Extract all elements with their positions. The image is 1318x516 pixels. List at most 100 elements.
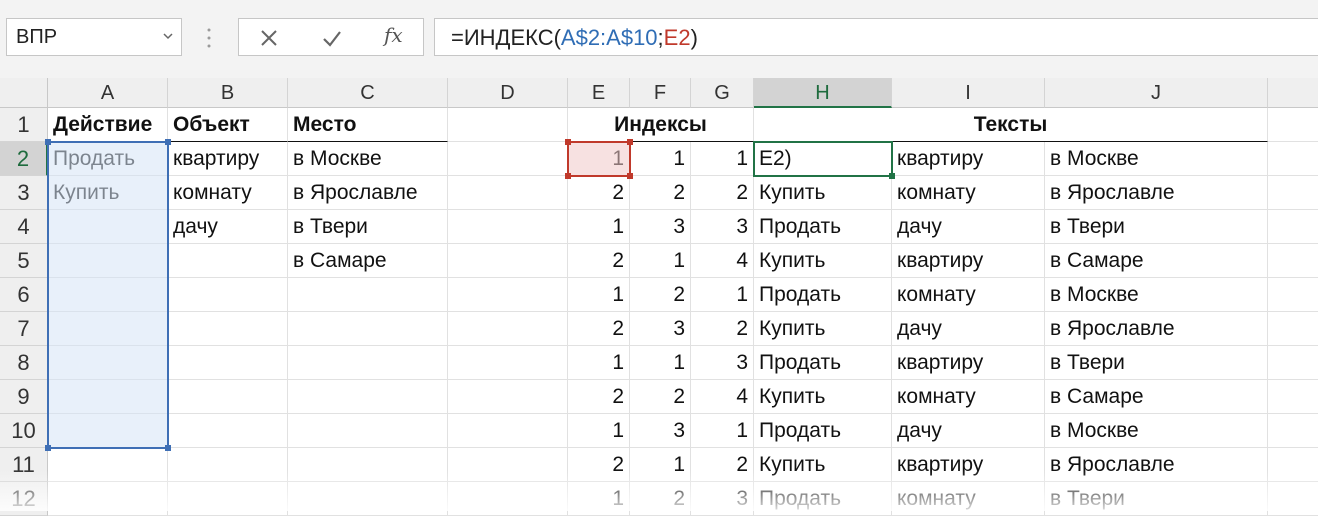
fx-icon[interactable]: fx	[384, 23, 406, 47]
column-header-a[interactable]: A	[48, 78, 168, 108]
index-e-cell[interactable]: 2	[568, 380, 630, 414]
place-cell[interactable]: в Ярославле	[288, 176, 448, 210]
text-h-cell[interactable]: Продать	[754, 346, 892, 380]
check-icon[interactable]	[321, 27, 343, 49]
index-e-cell[interactable]: 1	[568, 278, 630, 312]
column-header-e[interactable]: E	[568, 78, 630, 108]
text-i-cell[interactable]: дачу	[892, 312, 1045, 346]
index-e-cell[interactable]: 1	[568, 346, 630, 380]
cell-a10[interactable]	[48, 414, 168, 448]
text-j-cell[interactable]: в Твери	[1045, 210, 1268, 244]
index-g-cell[interactable]: 4	[691, 244, 754, 278]
row-header-3[interactable]: 3	[0, 176, 48, 210]
index-g-cell[interactable]: 2	[691, 448, 754, 482]
index-e-cell[interactable]: 2	[568, 312, 630, 346]
row-header-5[interactable]: 5	[0, 244, 48, 278]
range-a-handle-bl[interactable]	[45, 445, 51, 451]
cell-tail-1[interactable]	[1268, 108, 1318, 142]
text-i-cell[interactable]: квартиру	[892, 244, 1045, 278]
text-i-cell[interactable]: квартиру	[892, 142, 1045, 176]
index-f-cell[interactable]: 1	[630, 448, 691, 482]
row-header-7[interactable]: 7	[0, 312, 48, 346]
row-header-6[interactable]: 6	[0, 278, 48, 312]
cell-b7[interactable]	[168, 312, 288, 346]
text-h-cell[interactable]: Купить	[754, 244, 892, 278]
cell-b9[interactable]	[168, 380, 288, 414]
index-g-cell[interactable]: 1	[691, 278, 754, 312]
cell-tail-2[interactable]	[1268, 142, 1318, 176]
range-a-handle-tr[interactable]	[165, 139, 171, 145]
close-icon[interactable]	[258, 27, 280, 49]
cell-b10[interactable]	[168, 414, 288, 448]
text-j-cell[interactable]: в Москве	[1045, 142, 1268, 176]
index-g-cell[interactable]: 1	[691, 142, 754, 176]
cell-d1[interactable]	[448, 108, 568, 142]
cell-c8[interactable]	[288, 346, 448, 380]
index-f-cell[interactable]: 2	[630, 380, 691, 414]
action-cell[interactable]: Купить	[48, 176, 168, 210]
name-box[interactable]: ВПР	[6, 18, 182, 56]
index-e-cell[interactable]: 1	[568, 414, 630, 448]
text-h-cell[interactable]: Продать	[754, 210, 892, 244]
formula-input[interactable]: =ИНДЕКС(A$2:A$10;E2)	[434, 18, 1318, 56]
cell-a9[interactable]	[48, 380, 168, 414]
range-a-handle-br[interactable]	[165, 445, 171, 451]
row-header-8[interactable]: 8	[0, 346, 48, 380]
index-f-cell[interactable]: 1	[630, 142, 691, 176]
text-i-cell[interactable]: дачу	[892, 210, 1045, 244]
cell-a6[interactable]	[48, 278, 168, 312]
cell-c10[interactable]	[288, 414, 448, 448]
range-a-handle-tl[interactable]	[45, 139, 51, 145]
cell-d6[interactable]	[448, 278, 568, 312]
cell-tail-5[interactable]	[1268, 244, 1318, 278]
index-e-cell[interactable]: 2	[568, 448, 630, 482]
place-cell[interactable]: в Самаре	[288, 244, 448, 278]
cell-d11[interactable]	[448, 448, 568, 482]
cell-d9[interactable]	[448, 380, 568, 414]
cell-b11[interactable]	[168, 448, 288, 482]
index-g-cell[interactable]: 3	[691, 210, 754, 244]
index-g-cell[interactable]: 4	[691, 380, 754, 414]
select-all-corner[interactable]	[0, 78, 48, 108]
cell-c9[interactable]	[288, 380, 448, 414]
index-f-cell[interactable]: 2	[630, 176, 691, 210]
column-header-j[interactable]: J	[1045, 78, 1268, 108]
index-g-cell[interactable]: 2	[691, 176, 754, 210]
cell-c6[interactable]	[288, 278, 448, 312]
range-e-handle-bl[interactable]	[565, 173, 571, 179]
text-j-cell[interactable]: в Ярославле	[1045, 176, 1268, 210]
range-e-handle-tl[interactable]	[565, 139, 571, 145]
object-cell[interactable]: дачу	[168, 210, 288, 244]
cell-tail-9[interactable]	[1268, 380, 1318, 414]
cell-d8[interactable]	[448, 346, 568, 380]
text-j-cell[interactable]: в Ярославле	[1045, 312, 1268, 346]
text-i-cell[interactable]: комнату	[892, 380, 1045, 414]
text-i-cell[interactable]: квартиру	[892, 346, 1045, 380]
column-header-i[interactable]: I	[892, 78, 1045, 108]
cell-c11[interactable]	[288, 448, 448, 482]
index-f-cell[interactable]: 2	[630, 278, 691, 312]
cell-a5[interactable]	[48, 244, 168, 278]
text-h-cell[interactable]: Продать	[754, 414, 892, 448]
column-header-d[interactable]: D	[448, 78, 568, 108]
row-header-1[interactable]: 1	[0, 108, 48, 142]
index-f-cell[interactable]: 1	[630, 244, 691, 278]
header-texts[interactable]: Тексты	[754, 108, 1268, 142]
cell-d10[interactable]	[448, 414, 568, 448]
range-e-handle-br[interactable]	[627, 173, 633, 179]
text-j-cell[interactable]: в Ярославле	[1045, 448, 1268, 482]
row-header-4[interactable]: 4	[0, 210, 48, 244]
cell-tail-10[interactable]	[1268, 414, 1318, 448]
place-cell[interactable]: в Москве	[288, 142, 448, 176]
object-cell[interactable]: квартиру	[168, 142, 288, 176]
index-g-cell[interactable]: 2	[691, 312, 754, 346]
text-h-cell[interactable]: Купить	[754, 448, 892, 482]
index-f-cell[interactable]: 3	[630, 210, 691, 244]
column-header-g[interactable]: G	[691, 78, 754, 108]
drag-handle-icon[interactable]	[204, 26, 214, 50]
index-e-cell[interactable]: 2	[568, 176, 630, 210]
index-e-cell[interactable]: 1	[568, 210, 630, 244]
cell-a11[interactable]	[48, 448, 168, 482]
index-e-cell[interactable]: 2	[568, 244, 630, 278]
cell-tail-3[interactable]	[1268, 176, 1318, 210]
